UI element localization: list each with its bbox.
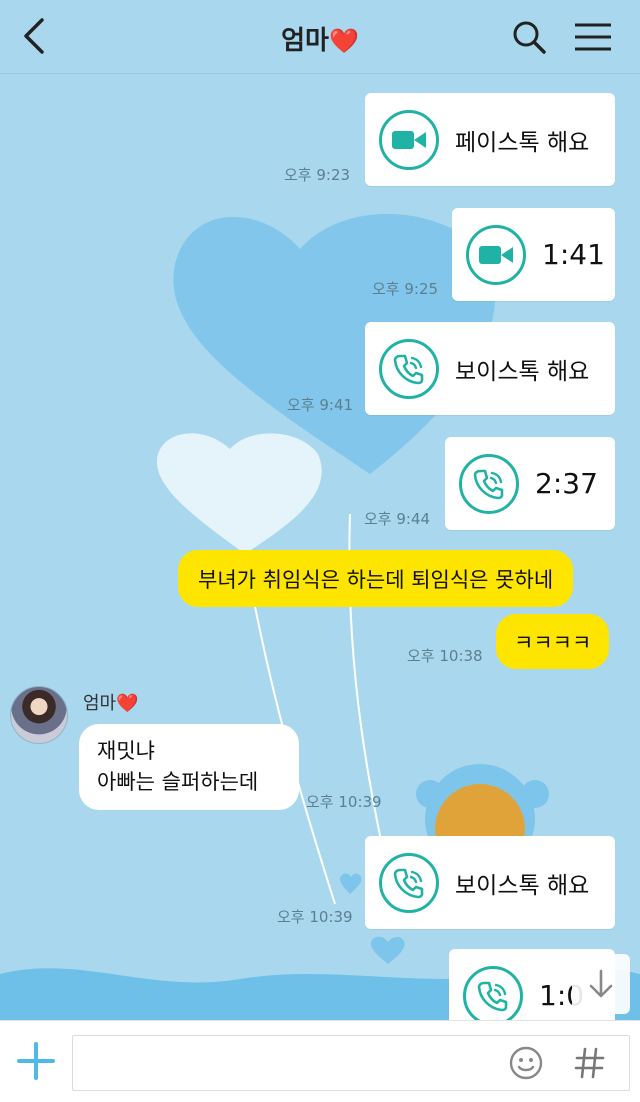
search-button[interactable] bbox=[505, 14, 553, 60]
heart-emoji: ❤️ bbox=[116, 693, 139, 714]
facetalk-call-bubble[interactable]: 페이스톡 해요 bbox=[365, 93, 615, 186]
sender-avatar[interactable] bbox=[10, 686, 68, 744]
message-input-bar bbox=[0, 1020, 640, 1102]
message-text-line: 아빠는 슬퍼하는데 bbox=[97, 770, 259, 794]
message-text: 부녀가 취임식은 하는데 퇴임식은 못하네 bbox=[198, 567, 554, 592]
sender-name-text: 엄마 bbox=[83, 693, 117, 714]
call-icon-circle bbox=[379, 852, 439, 913]
menu-button[interactable] bbox=[568, 14, 618, 60]
call-icon-circle bbox=[379, 109, 439, 170]
smiley-icon bbox=[509, 1046, 543, 1080]
hashtag-search-button[interactable] bbox=[570, 1043, 610, 1083]
received-message-bubble[interactable]: 재밋냐 아빠는 슬퍼하는데 bbox=[79, 724, 299, 810]
hamburger-menu-icon bbox=[575, 23, 611, 51]
video-call-icon bbox=[479, 245, 513, 264]
hash-icon bbox=[574, 1047, 605, 1079]
my-message-bubble[interactable]: ㅋㅋㅋㅋ bbox=[496, 614, 610, 669]
sender-name: 엄마❤️ bbox=[83, 689, 139, 715]
message-time: 오후 10:38 bbox=[407, 647, 483, 665]
chat-header: 엄마❤️ bbox=[0, 0, 640, 74]
call-label: 보이스톡 해요 bbox=[455, 872, 590, 899]
call-duration: 1:41 bbox=[542, 238, 605, 271]
arrow-down-icon bbox=[589, 969, 613, 998]
voice-call-icon bbox=[473, 469, 504, 499]
voicetalk-duration-bubble[interactable]: 2:37 bbox=[445, 437, 615, 530]
call-icon-circle bbox=[379, 338, 439, 399]
voice-call-icon bbox=[477, 981, 508, 1011]
voice-call-icon bbox=[393, 868, 424, 898]
heart-emoji: ❤️ bbox=[328, 27, 359, 55]
video-call-icon bbox=[392, 130, 426, 149]
message-time: 오후 10:39 bbox=[277, 908, 353, 926]
call-label: 보이스톡 해요 bbox=[455, 358, 590, 385]
search-icon bbox=[513, 21, 546, 54]
voicetalk-call-bubble[interactable]: 보이스톡 해요 bbox=[365, 836, 615, 929]
call-icon-circle bbox=[463, 965, 523, 1020]
message-text-line: 재밋냐 bbox=[97, 739, 155, 763]
call-duration: 2:37 bbox=[535, 467, 598, 500]
my-message-bubble[interactable]: 부녀가 취임식은 하는데 퇴임식은 못하네 bbox=[178, 550, 574, 607]
message-time: 오후 9:25 bbox=[372, 280, 439, 298]
message-text: ㅋㅋㅋㅋ bbox=[514, 630, 592, 655]
message-time: 오후 9:23 bbox=[284, 166, 351, 184]
scroll-to-bottom-button[interactable] bbox=[572, 954, 630, 1014]
chat-title-text: 엄마 bbox=[281, 26, 329, 56]
emoticon-button[interactable] bbox=[506, 1043, 546, 1083]
message-input[interactable] bbox=[72, 1035, 630, 1091]
message-time: 오후 10:39 bbox=[306, 793, 382, 811]
voice-call-icon bbox=[393, 354, 424, 384]
voicetalk-call-bubble[interactable]: 보이스톡 해요 bbox=[365, 322, 615, 415]
facetalk-duration-bubble[interactable]: 1:41 bbox=[452, 208, 615, 301]
message-time: 오후 9:41 bbox=[287, 396, 354, 414]
attach-button[interactable] bbox=[12, 1037, 60, 1085]
call-icon-circle bbox=[459, 453, 519, 514]
call-icon-circle bbox=[466, 224, 526, 285]
plus-icon bbox=[17, 1042, 55, 1080]
call-label: 페이스톡 해요 bbox=[455, 129, 590, 156]
chat-area[interactable]: 오후 9:23 페이스톡 해요 오후 9:25 1:41 오후 9:41 보이스… bbox=[0, 74, 640, 1020]
message-time: 오후 9:44 bbox=[364, 510, 431, 528]
